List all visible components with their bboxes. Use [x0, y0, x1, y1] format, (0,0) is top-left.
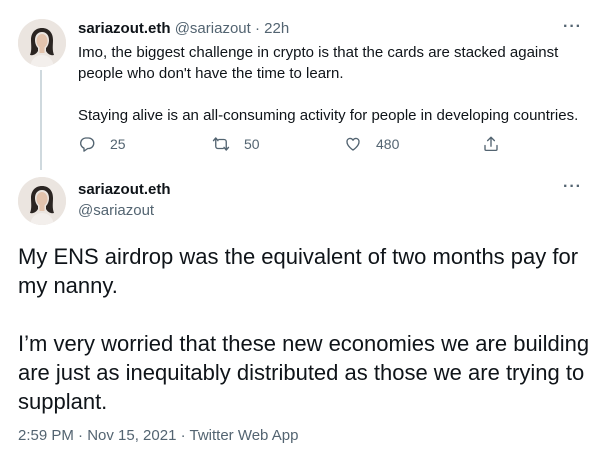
separator-dot: ·: [254, 20, 260, 37]
like-count: 480: [376, 136, 400, 152]
tweet-text: Imo, the biggest challenge in crypto is …: [78, 42, 588, 126]
reply-icon: [80, 137, 95, 152]
avatar[interactable]: [18, 19, 66, 67]
tweet-text: My ENS airdrop was the equivalent of two…: [18, 242, 593, 416]
profile-photo-icon: [18, 177, 66, 225]
more-options-icon[interactable]: ···: [563, 19, 582, 35]
retweet-button[interactable]: 50: [212, 135, 260, 153]
tweet-actions: 25 50 480: [78, 135, 508, 155]
tweet-metadata[interactable]: 2:59 PM · Nov 15, 2021 · Twitter Web App: [18, 426, 298, 446]
author-name[interactable]: sariazout.eth: [78, 20, 171, 37]
author-handle[interactable]: @sariazout: [78, 201, 154, 221]
retweet-icon: [212, 137, 230, 151]
reply-button[interactable]: 25: [78, 135, 126, 153]
tweet-paragraph: Staying alive is an all-consuming activi…: [78, 107, 579, 124]
tweet-header: sariazout.eth @sariazout · 22h: [78, 19, 289, 39]
author-name[interactable]: sariazout.eth: [78, 180, 171, 200]
tweet-paragraph: My ENS airdrop was the equivalent of two…: [18, 244, 579, 298]
share-button[interactable]: [482, 135, 514, 153]
thread-connector-line: [40, 70, 42, 170]
profile-photo-icon: [18, 19, 66, 67]
share-icon: [484, 136, 498, 152]
tweet-paragraph: I’m very worried that these new economie…: [18, 331, 590, 414]
tweet-paragraph: Imo, the biggest challenge in crypto is …: [78, 44, 559, 82]
more-options-icon[interactable]: ···: [563, 179, 582, 195]
like-button[interactable]: 480: [344, 135, 399, 153]
reply-count: 25: [110, 136, 126, 152]
retweet-count: 50: [244, 136, 260, 152]
avatar[interactable]: [18, 177, 66, 225]
tweet-timestamp[interactable]: 22h: [264, 20, 289, 37]
author-handle[interactable]: @sariazout: [175, 20, 251, 37]
heart-icon: [346, 137, 360, 151]
